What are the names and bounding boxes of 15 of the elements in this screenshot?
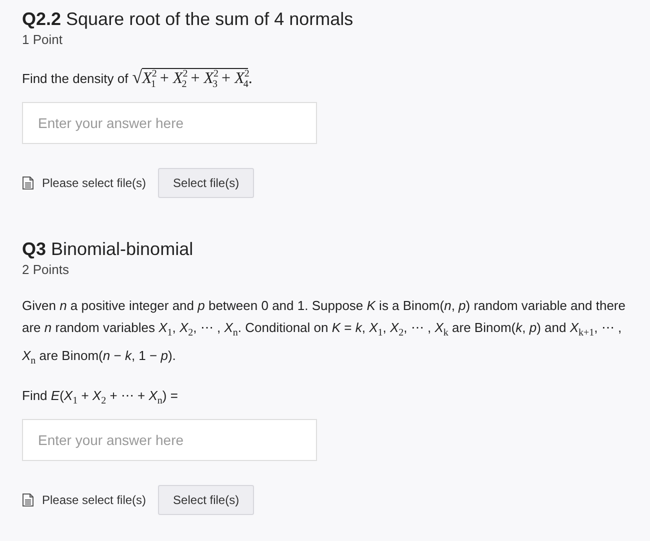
file-status-label: Please select file(s) [42, 176, 146, 190]
select-files-button[interactable]: Select file(s) [158, 484, 254, 515]
prompt-text: Find E(X$_{1}$ + X$_{2}$ + ⋯ + X$_{n}$) = [22, 388, 178, 407]
points-label: 1 Point [22, 32, 64, 47]
question-title: Q2.2 Square root of the sum of 4 normals [22, 8, 354, 30]
answer-field[interactable]: Enter your answer here [22, 418, 317, 461]
select-files-button[interactable]: Select file(s) [158, 168, 254, 198]
prompt-text: Find the density of [22, 71, 128, 86]
document-icon [22, 492, 34, 507]
file-status-label: Please select file(s) [42, 492, 146, 507]
answer-field[interactable]: Enter your answer here [22, 102, 317, 144]
points-label: 2 Points [22, 262, 70, 278]
document-icon [22, 176, 34, 190]
question-title: Q3 Binomial-binomial [22, 238, 194, 260]
formula: √X$^{2}$$_{1}$ + X$^{2}$$_{2}$ + X$^{2}$$_{3}$ + X$^{2}$$_{4}$. [132, 67, 252, 90]
